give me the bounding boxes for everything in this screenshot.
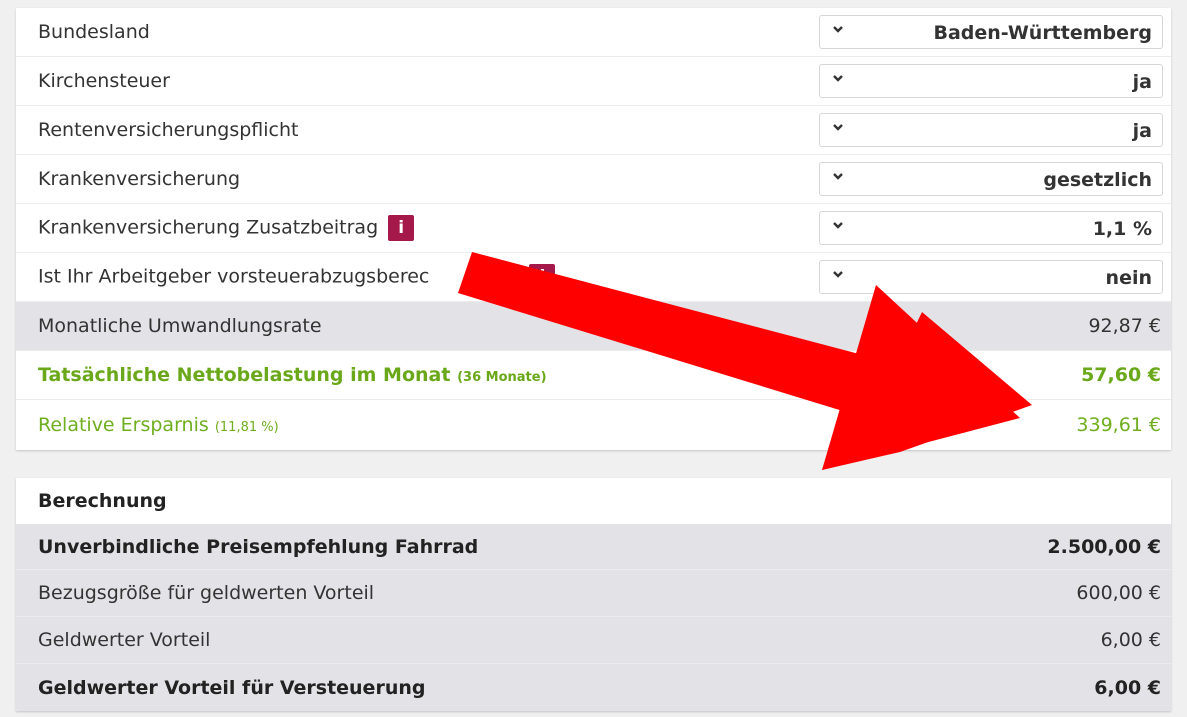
row-geldwerter-vorteil: Geldwerter Vorteil 6,00 € — [16, 617, 1171, 664]
bundesland-select[interactable]: Baden-Württemberg — [819, 15, 1163, 49]
row-rentenversicherung: Rentenversicherungspflicht ja — [16, 106, 1171, 155]
preisempfehlung-value: 2.500,00 € — [1047, 535, 1161, 558]
krankenversicherung-select[interactable]: gesetzlich — [819, 162, 1163, 196]
row-bezugsgroesse: Bezugsgröße für geldwerten Vorteil 600,0… — [16, 570, 1171, 617]
row-vorsteuerabzug: Ist Ihr Arbeitgeber vorsteuerabzugsberec… — [16, 253, 1171, 302]
row-zusatzbeitrag: Krankenversicherung Zusatzbeitrag i 1,1 % — [16, 204, 1171, 253]
zusatzbeitrag-select[interactable]: 1,1 % — [819, 211, 1163, 245]
preisempfehlung-label: Unverbindliche Preisempfehlung Fahrrad — [38, 535, 479, 558]
row-bundesland: Bundesland Baden-Württemberg — [16, 8, 1171, 57]
zusatzbeitrag-label-text: Krankenversicherung Zusatzbeitrag — [38, 216, 379, 239]
bezugsgroesse-label: Bezugsgröße für geldwerten Vorteil — [38, 582, 375, 604]
zusatzbeitrag-label: Krankenversicherung Zusatzbeitrag i — [16, 215, 415, 241]
row-preisempfehlung: Unverbindliche Preisempfehlung Fahrrad 2… — [16, 524, 1171, 570]
calculation-panel: Berechnung Unverbindliche Preisempfehlun… — [16, 478, 1171, 711]
chevron-down-icon — [833, 75, 843, 82]
ersparnis-label: Relative Ersparnis (11,81 %) — [16, 414, 279, 436]
chevron-down-icon — [833, 26, 843, 33]
page: Bundesland Baden-Württemberg Kirchensteu… — [0, 0, 1187, 717]
umwandlungsrate-value: 92,87 € — [1088, 315, 1161, 337]
info-icon[interactable]: i — [529, 264, 556, 290]
krankenversicherung-value: gesetzlich — [1043, 169, 1152, 191]
chevron-down-icon — [833, 271, 843, 278]
row-ersparnis: Relative Ersparnis (11,81 %) 339,61 € — [16, 400, 1171, 449]
ersparnis-value: 339,61 € — [1076, 413, 1161, 436]
geldwerter-vorteil-value: 6,00 € — [1100, 629, 1161, 651]
bezugsgroesse-value: 600,00 € — [1076, 582, 1161, 604]
ersparnis-note: (11,81 %) — [214, 419, 279, 435]
kirchensteuer-value: ja — [1132, 71, 1152, 93]
row-kirchensteuer: Kirchensteuer ja — [16, 57, 1171, 106]
vorsteuerabzug-value: nein — [1105, 267, 1152, 289]
nettobelastung-label-text: Tatsächliche Nettobelastung im Monat — [38, 364, 451, 386]
chevron-down-icon — [833, 173, 843, 180]
umwandlungsrate-label: Monatliche Umwandlungsrate — [38, 315, 322, 337]
ersparnis-label-text: Relative Ersparnis — [38, 413, 209, 436]
krankenversicherung-label: Krankenversicherung — [38, 168, 241, 190]
row-nettobelastung: Tatsächliche Nettobelastung im Monat (36… — [16, 351, 1171, 400]
kirchensteuer-select[interactable]: ja — [819, 64, 1163, 98]
vorsteuerabzug-label: Ist Ihr Arbeitgeber vorsteuerabzugsberec… — [16, 264, 556, 290]
info-icon[interactable]: i — [388, 215, 415, 241]
bundesland-value: Baden-Württemberg — [933, 22, 1152, 44]
chevron-down-icon — [833, 222, 843, 229]
rentenversicherung-value: ja — [1132, 120, 1152, 142]
nettobelastung-label: Tatsächliche Nettobelastung im Monat (36… — [16, 364, 547, 386]
nettobelastung-note: (36 Monate) — [457, 370, 547, 385]
chevron-down-icon — [833, 124, 843, 131]
kirchensteuer-label: Kirchensteuer — [38, 70, 170, 92]
row-krankenversicherung: Krankenversicherung gesetzlich — [16, 155, 1171, 204]
vorsteuerabzug-label-text: Ist Ihr Arbeitgeber vorsteuerabzugsberec — [38, 265, 430, 288]
vorsteuerabzug-select[interactable]: nein — [819, 260, 1163, 294]
rentenversicherung-select[interactable]: ja — [819, 113, 1163, 147]
calculation-header: Berechnung — [16, 478, 1171, 524]
row-umwandlungsrate: Monatliche Umwandlungsrate 92,87 € — [16, 302, 1171, 351]
rentenversicherung-label: Rentenversicherungspflicht — [38, 119, 299, 141]
versteuerung-label: Geldwerter Vorteil für Versteuerung — [38, 676, 426, 699]
versteuerung-value: 6,00 € — [1094, 676, 1161, 699]
bundesland-label: Bundesland — [38, 21, 150, 43]
nettobelastung-value: 57,60 € — [1081, 364, 1161, 386]
zusatzbeitrag-value: 1,1 % — [1092, 218, 1152, 240]
row-versteuerung: Geldwerter Vorteil für Versteuerung 6,00… — [16, 664, 1171, 711]
settings-panel: Bundesland Baden-Württemberg Kirchensteu… — [16, 8, 1171, 450]
geldwerter-vorteil-label: Geldwerter Vorteil — [38, 629, 211, 651]
